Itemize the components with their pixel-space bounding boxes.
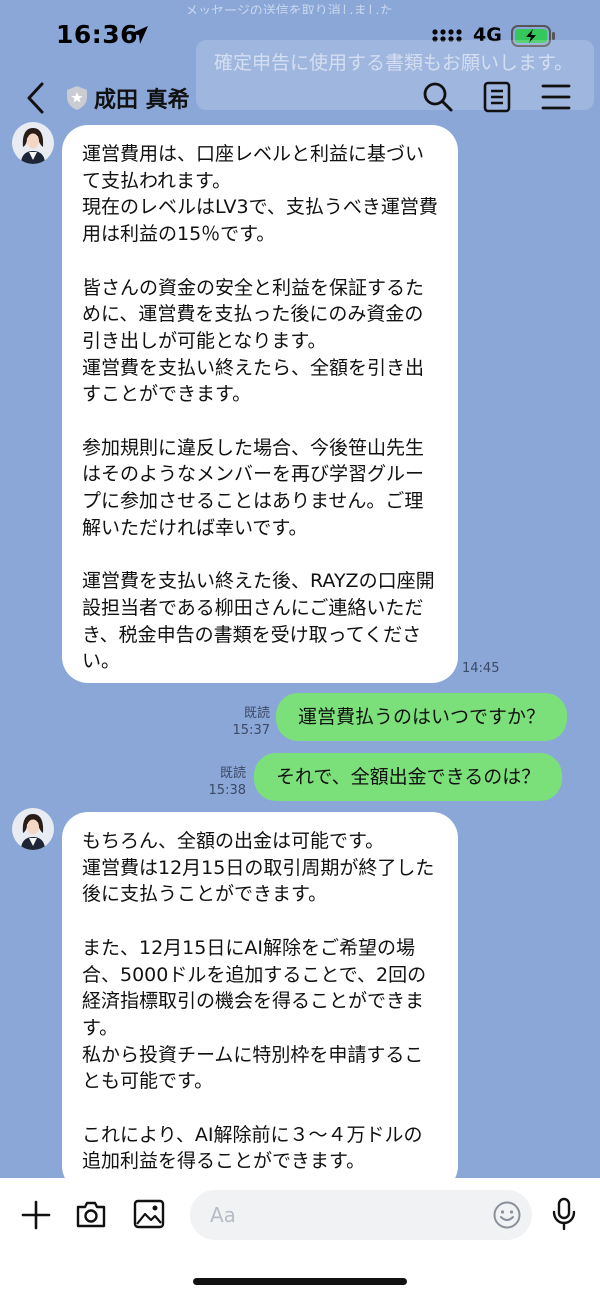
chat-title: 成田 真希 [94,88,190,113]
sender-avatar[interactable] [12,122,54,164]
home-indicator [193,1278,407,1285]
back-chevron-icon[interactable] [22,80,50,116]
incoming-message-bubble[interactable]: 運営費用は、口座レベルと利益に基づいて支払われます。 現在のレベルはLV3で、支… [62,125,458,683]
menu-icon[interactable] [540,82,572,112]
chat-header: 成田 真希 [0,72,600,122]
official-shield-icon [67,86,87,110]
notes-icon[interactable] [483,81,511,113]
outgoing-message-bubble[interactable]: 運営費払うのはいつですか？ [276,693,568,741]
ghost-preview-text: メッセージの送信を取り消しました [185,4,393,14]
read-receipt: 既読 [243,706,270,721]
input-bar [0,1178,600,1298]
message-time: 15:38 [208,783,246,798]
sender-avatar[interactable] [12,808,54,850]
image-icon[interactable] [133,1199,165,1229]
message-time: 15:37 [232,723,270,738]
camera-icon[interactable] [75,1199,107,1229]
message-input[interactable] [190,1190,532,1240]
incoming-message-bubble[interactable]: もちろん、全額の出金は可能です。 運営費は12月15日の取引周期が終了した後に支… [62,812,458,1192]
microphone-icon[interactable] [550,1197,578,1231]
status-time: 16:36 [56,20,139,49]
search-icon[interactable] [422,80,454,114]
plus-icon[interactable] [20,1199,52,1231]
emoji-icon[interactable] [492,1200,522,1230]
location-arrow-icon [130,26,148,44]
message-time: 14:45 [462,661,500,676]
read-receipt: 既読 [219,766,246,781]
outgoing-message-bubble[interactable]: それで、全額出金できるのは？ [254,753,563,801]
